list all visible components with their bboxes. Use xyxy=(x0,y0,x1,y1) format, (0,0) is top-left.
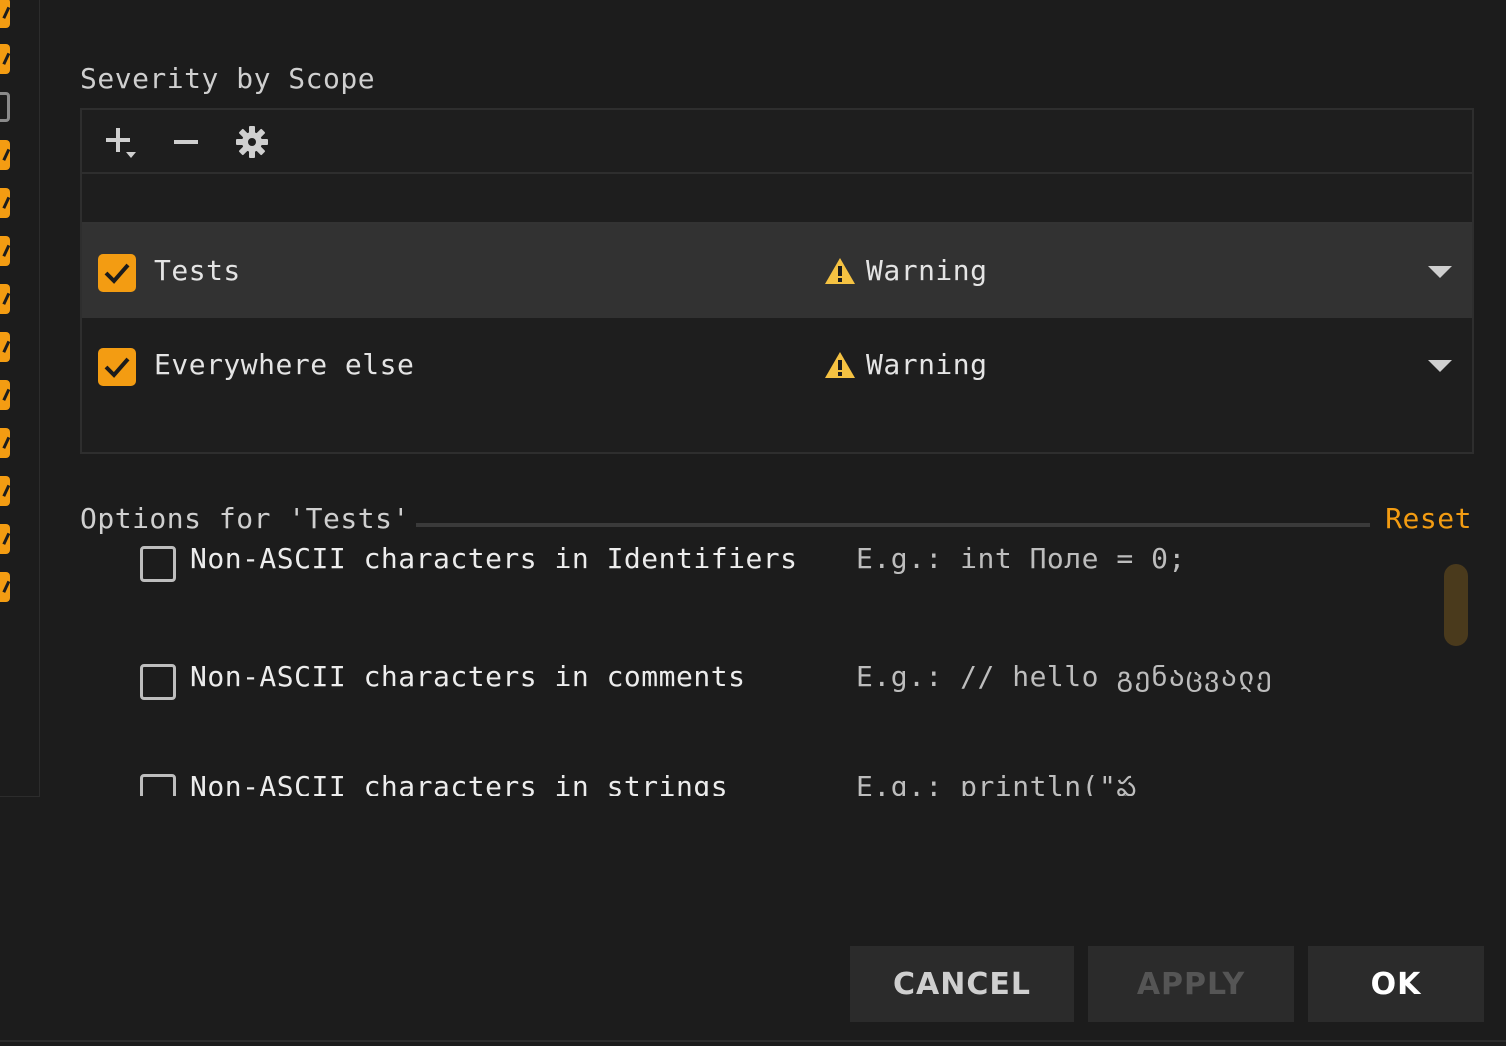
tree-checkbox[interactable] xyxy=(0,476,10,506)
chevron-down-icon[interactable] xyxy=(1428,360,1452,372)
options-scrollbar[interactable] xyxy=(1444,564,1468,646)
option-example: E.g.: // hello გენაცვალე xyxy=(856,660,1273,693)
tree-checkbox[interactable] xyxy=(0,188,10,218)
plus-with-dropdown-icon xyxy=(106,128,136,158)
option-example: E.g.: int Поле = 0; xyxy=(856,542,1186,575)
tree-checkbox[interactable] xyxy=(0,380,10,410)
add-scope-button[interactable] xyxy=(98,122,142,162)
chevron-down-icon[interactable] xyxy=(1428,266,1452,278)
tree-checkbox[interactable] xyxy=(0,284,10,314)
severity-value: Warning xyxy=(866,254,988,287)
scope-label: Tests xyxy=(154,254,241,287)
option-label: Non-ASCII characters in Identifiers xyxy=(190,542,798,575)
option-example: E.g.: println("ఫ xyxy=(856,770,1137,796)
option-label: Non-ASCII characters in comments xyxy=(190,660,746,693)
divider xyxy=(0,1040,1506,1042)
option-row-strings: Non-ASCII characters in strings E.g.: pr… xyxy=(80,768,1474,796)
tree-checkbox[interactable] xyxy=(0,524,10,554)
scope-label: Everywhere else xyxy=(154,348,415,381)
severity-select[interactable]: Warning xyxy=(824,254,988,287)
option-row-comments: Non-ASCII characters in comments E.g.: /… xyxy=(80,658,1474,718)
reset-link[interactable]: Reset xyxy=(1385,502,1472,535)
scope-row-tests[interactable]: Tests Warning xyxy=(82,224,1472,318)
tree-checkbox[interactable] xyxy=(0,332,10,362)
gear-icon xyxy=(236,126,268,158)
tree-checkbox[interactable] xyxy=(0,92,10,122)
tree-checkbox[interactable] xyxy=(0,0,10,28)
remove-scope-button[interactable] xyxy=(164,122,208,162)
tree-checkbox[interactable] xyxy=(0,44,10,74)
option-checkbox-strings[interactable] xyxy=(140,774,176,796)
scope-checkbox-everywhere-else[interactable] xyxy=(98,348,136,386)
ok-button[interactable]: OK xyxy=(1308,946,1484,1022)
minus-icon xyxy=(174,140,198,144)
warning-icon xyxy=(825,257,855,284)
scope-settings-button[interactable] xyxy=(230,122,274,162)
option-checkbox-identifiers[interactable] xyxy=(140,546,176,582)
tree-checkbox[interactable] xyxy=(0,572,10,602)
scope-table-header xyxy=(82,174,1472,224)
option-checkbox-comments[interactable] xyxy=(140,664,176,700)
check-icon xyxy=(104,357,130,378)
inspection-tree-strip xyxy=(0,0,40,797)
separator xyxy=(416,523,1370,527)
scope-checkbox-tests[interactable] xyxy=(98,254,136,292)
severity-select[interactable]: Warning xyxy=(824,348,988,381)
options-list[interactable]: Non-ASCII characters in Identifiers E.g.… xyxy=(80,540,1474,796)
option-row-identifiers: Non-ASCII characters in Identifiers E.g.… xyxy=(80,540,1474,600)
check-icon xyxy=(104,263,130,284)
scope-table: Tests Warning Everywhere else Warning xyxy=(80,108,1474,454)
scope-toolbar xyxy=(82,110,1472,174)
option-label: Non-ASCII characters in strings xyxy=(190,770,729,796)
tree-checkbox[interactable] xyxy=(0,428,10,458)
scope-row-everywhere-else[interactable]: Everywhere else Warning xyxy=(82,318,1472,412)
apply-button[interactable]: APPLY xyxy=(1088,946,1294,1022)
tree-checkbox[interactable] xyxy=(0,236,10,266)
severity-section-title: Severity by Scope xyxy=(80,62,376,95)
warning-icon xyxy=(825,351,855,378)
options-title: Options for 'Tests' xyxy=(80,502,410,535)
tree-checkbox[interactable] xyxy=(0,140,10,170)
options-header: Options for 'Tests' Reset xyxy=(80,502,1474,542)
cancel-button[interactable]: CANCEL xyxy=(850,946,1074,1022)
severity-value: Warning xyxy=(866,348,988,381)
